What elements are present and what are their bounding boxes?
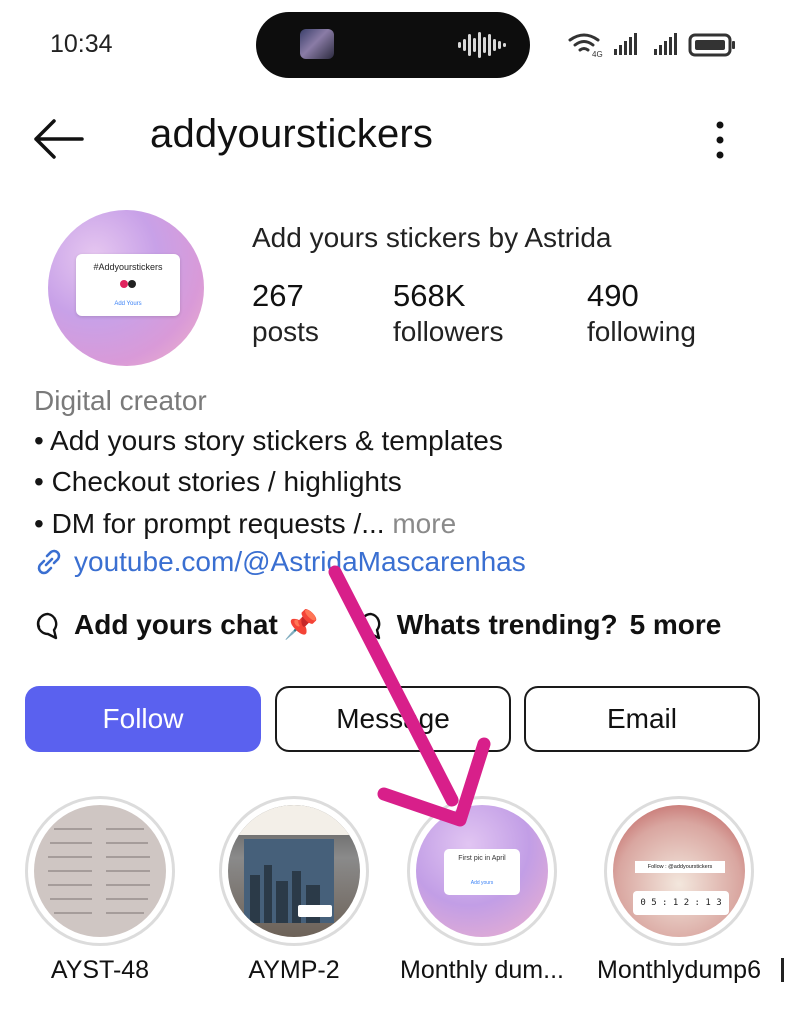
avatar-card-add-yours: Add Yours [114,301,142,307]
more-options-icon[interactable] [702,118,738,162]
highlight-ring: Follow : @addyourstickers 0 5 : 1 2 : 1 … [604,796,754,946]
bio-line: • DM for prompt requests /... [34,508,385,539]
stat-posts[interactable]: 267 posts [252,278,319,348]
highlight-item[interactable]: Follow : @addyourstickers 0 5 : 1 2 : 1 … [589,796,769,985]
battery-icon [688,33,735,57]
channel-add-yours-chat[interactable]: Add yours chat 📌 [34,608,319,641]
profile-category: Digital creator [34,385,207,416]
chat-bubble-icon [359,612,380,639]
channel-label: Add yours chat [74,608,278,640]
highlight-card-button: Add yours [470,880,494,886]
channel-whats-trending[interactable]: Whats trending? [357,609,618,641]
highlight-cover: First pic in April Add yours [416,805,548,937]
bio-more-link[interactable]: more [392,508,456,539]
avatar-sticker-card: #Addyourstickers Add Yours [76,254,180,316]
highlight-timer: 0 5 : 1 2 : 1 3 [633,891,729,915]
channel-label: Whats trending? [396,608,618,640]
highlight-ring: First pic in April Add yours [407,796,557,946]
signal-icon-2 [654,33,677,55]
back-arrow-icon[interactable] [32,118,84,160]
bio-line: • Add yours story stickers & templates [34,425,503,456]
avatar-card-dots-icon [120,280,136,288]
highlight-item[interactable]: First pic in April Add yours Monthly dum… [392,796,572,985]
signal-icon-1 [614,33,637,55]
highlight-item[interactable]: AYST-48 [10,796,190,985]
highlight-ring [219,796,369,946]
stat-followers[interactable]: 568K followers [393,278,503,348]
highlight-city-graphic [228,805,360,923]
highlight-label: Monthly dum... [400,956,564,984]
profile-display-name: Add yours stickers by Astrida [252,222,612,253]
highlight-cover [228,805,360,937]
highlight-item[interactable]: AYMP-2 [204,796,384,985]
svg-text:4G: 4G [592,50,603,59]
audio-waveform-icon [458,32,506,58]
highlight-card-text: First pic in April [458,855,506,862]
profile-link[interactable]: youtube.com/@AstridaMascarenhas [34,546,526,578]
profile-avatar[interactable]: #Addyourstickers Add Yours [48,210,204,366]
wifi-icon [568,33,600,52]
stat-following-value: 490 [587,278,639,313]
highlight-label: AYST-48 [50,956,150,984]
dynamic-island[interactable] [256,12,530,78]
highlight-cover [34,805,166,937]
profile-username: addyourstickers [150,112,434,156]
stat-followers-value: 568K [393,278,466,313]
stat-posts-value: 267 [252,278,304,313]
pin-emoji: 📌 [283,609,319,640]
next-highlight-edge [781,958,784,982]
chat-bubble-icon [36,612,58,639]
highlight-follow-text: Follow : @addyourstickers [635,861,725,873]
highlight-sticker-card: First pic in April Add yours [444,849,520,895]
follow-button[interactable]: Follow [25,686,261,752]
email-button[interactable]: Email [524,686,760,752]
highlight-ring [25,796,175,946]
channels-more[interactable]: 5 more [630,609,722,641]
status-icons: 4G [568,33,735,59]
broadcast-channels: Add yours chat 📌 Whats trending? 5 more [34,608,721,641]
highlight-cover: Follow : @addyourstickers 0 5 : 1 2 : 1 … [613,805,745,937]
highlight-list-graphic [48,828,150,914]
highlight-label: Monthlydump6 [597,956,761,984]
status-time: 10:34 [50,30,113,58]
avatar-card-text: #Addyourstickers [93,262,163,272]
bio-line: • Checkout stories / highlights [34,466,402,497]
message-button[interactable]: Message [275,686,511,752]
stat-following[interactable]: 490 following [587,278,696,348]
stat-followers-label: followers [393,316,504,347]
stat-following-label: following [587,316,696,347]
bio-line-truncated: • DM for prompt requests /... more [34,508,456,540]
stat-posts-label: posts [252,316,319,347]
link-icon [37,549,61,575]
highlight-label: AYMP-2 [248,956,340,984]
profile-link-text: youtube.com/@AstridaMascarenhas [74,546,526,577]
now-playing-thumbnail [300,29,334,59]
